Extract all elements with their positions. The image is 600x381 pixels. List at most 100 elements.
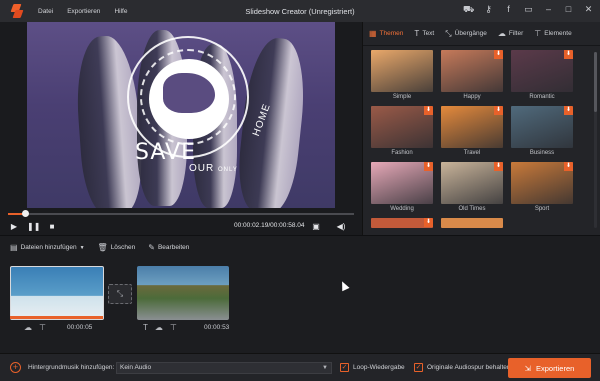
- tab-filter[interactable]: ☁ Filter: [498, 29, 523, 38]
- theme-label: Wedding: [390, 206, 414, 212]
- progress-knob[interactable]: [22, 210, 30, 217]
- menu-hilfe[interactable]: Hilfe: [114, 8, 127, 15]
- music-select[interactable]: Kein Audio ▼: [116, 362, 332, 374]
- clip-actions: T ☁ ⊤: [143, 323, 177, 332]
- stop-icon[interactable]: ■: [46, 221, 58, 233]
- timecode: 00:00:02.19/00:00:58.04: [234, 222, 305, 229]
- add-music-icon[interactable]: +: [10, 362, 21, 373]
- transition-slot[interactable]: ⤡: [108, 284, 132, 304]
- theme-label: Romantic: [529, 94, 555, 100]
- video-preview[interactable]: SAVE OUR ONLY HOME: [27, 22, 335, 208]
- check-icon: ✓: [340, 363, 349, 372]
- filter-icon: ☁: [497, 29, 506, 38]
- minimize-icon[interactable]: –: [543, 4, 554, 15]
- playback-progress[interactable]: [8, 210, 354, 217]
- text-icon: T: [414, 29, 420, 38]
- download-icon[interactable]: ⬇: [564, 162, 573, 171]
- clip-selection-bar: [10, 316, 103, 319]
- close-icon[interactable]: ✕: [583, 4, 594, 15]
- clip-duration: 00:00:05: [67, 324, 93, 331]
- preview-panel: SAVE OUR ONLY HOME ▶ ❚❚ ■ 00:00:02.19/00…: [0, 22, 362, 235]
- theme-thumbnail[interactable]: ⬇: [511, 50, 573, 92]
- keep-audio-checkbox[interactable]: ✓ Originale Audiospur behalten: [414, 363, 510, 372]
- theme-label: Simple: [392, 94, 412, 100]
- chevron-down-icon: ▼: [79, 244, 85, 251]
- download-icon[interactable]: ⬇: [424, 106, 433, 115]
- theme-thumbnail[interactable]: ⬇: [511, 106, 573, 148]
- theme-thumbnail[interactable]: ⬇: [511, 162, 573, 204]
- export-button[interactable]: ⇲ Exportieren: [508, 358, 591, 378]
- edit-icon: ✎: [148, 243, 155, 252]
- add-files-button[interactable]: ▤ Dateien hinzufügen ▼: [10, 243, 85, 252]
- library-tabs: ▦ Themen T Text ⤡ Übergänge ☁ Filter ⊤ Elemen…: [363, 22, 600, 46]
- loop-checkbox[interactable]: ✓ Loop-Wiedergabe: [340, 363, 405, 372]
- theme-label: Business: [529, 150, 555, 156]
- timeline-clip[interactable]: [137, 266, 229, 320]
- menu-exportieren[interactable]: Exportieren: [67, 8, 100, 15]
- tab-text[interactable]: T Text: [414, 29, 434, 38]
- download-icon[interactable]: ⬇: [494, 50, 503, 59]
- elements-icon[interactable]: ⊤: [170, 323, 177, 332]
- volume-icon[interactable]: ◀): [335, 221, 347, 233]
- timeline-clip[interactable]: [10, 266, 104, 320]
- music-label: Hintergrundmusik hinzufügen:: [28, 364, 115, 371]
- play-icon[interactable]: ▶: [8, 221, 20, 233]
- download-icon[interactable]: ⬇: [564, 50, 573, 59]
- text-icon[interactable]: T: [143, 323, 148, 332]
- filter-icon[interactable]: ☁: [24, 323, 32, 332]
- cart-icon[interactable]: ⛟: [463, 4, 474, 15]
- globe-icon: [149, 59, 229, 139]
- theme-thumbnail[interactable]: ⬇: [441, 50, 503, 92]
- facebook-icon[interactable]: f: [503, 4, 514, 15]
- delete-button[interactable]: 🗑 Löschen: [98, 243, 136, 252]
- pause-icon[interactable]: ❚❚: [27, 221, 40, 233]
- chevron-down-icon: ▼: [322, 365, 328, 371]
- maximize-icon[interactable]: □: [563, 4, 574, 15]
- library-panel: ▦ Themen T Text ⤡ Übergänge ☁ Filter ⊤ Elemen…: [362, 22, 600, 235]
- folder-plus-icon: ▤: [10, 243, 18, 252]
- clip-duration: 00:00:53: [204, 324, 230, 331]
- tab-themen[interactable]: ▦ Themen: [369, 29, 403, 38]
- theme-thumbnail-partial[interactable]: [441, 218, 503, 228]
- snapshot-icon[interactable]: ▣: [310, 221, 322, 233]
- edit-button[interactable]: ✎ Bearbeiten: [148, 243, 189, 252]
- theme-label: Old Times: [458, 206, 486, 212]
- grid-icon: ▦: [369, 29, 377, 38]
- library-scrollbar[interactable]: [594, 52, 597, 228]
- menu-datei[interactable]: Datei: [38, 8, 53, 15]
- check-icon: ✓: [414, 363, 423, 372]
- download-icon[interactable]: ⬇: [494, 106, 503, 115]
- download-icon[interactable]: ⬇: [494, 162, 503, 171]
- clip-actions: ☁ ⊤: [24, 323, 46, 332]
- window-controls: ⛟ ⚷ f ▭ – □ ✕: [463, 4, 594, 15]
- theme-thumbnail[interactable]: ⬇: [371, 162, 433, 204]
- title-bar: Datei Exportieren Hilfe Slideshow Creato…: [0, 0, 600, 22]
- tab-uebergaenge[interactable]: ⤡ Übergänge: [445, 29, 487, 39]
- timeline-area: ▤ Dateien hinzufügen ▼ 🗑 Löschen ✎ Bearbeite…: [0, 235, 600, 353]
- theme-label: Sport: [534, 206, 550, 212]
- menu-bar: Datei Exportieren Hilfe: [38, 8, 127, 15]
- export-icon: ⇲: [524, 363, 531, 373]
- theme-thumbnail[interactable]: [371, 50, 433, 92]
- download-icon[interactable]: ⬇: [424, 162, 433, 171]
- overlay-our-text: OUR ONLY: [189, 163, 238, 174]
- preview-right-controls: ▣ ◀): [310, 221, 354, 233]
- filter-icon[interactable]: ☁: [155, 323, 163, 332]
- theme-thumbnail[interactable]: ⬇: [371, 106, 433, 148]
- elements-icon[interactable]: ⊤: [39, 323, 46, 332]
- trash-icon: 🗑: [97, 243, 108, 252]
- key-icon[interactable]: ⚷: [483, 4, 494, 15]
- theme-label: Fashion: [391, 150, 413, 156]
- download-icon[interactable]: ⬇: [564, 106, 573, 115]
- feedback-icon[interactable]: ▭: [523, 4, 534, 15]
- theme-label: Travel: [463, 150, 481, 156]
- penguin-image: [234, 35, 310, 208]
- overlay-save-text: SAVE: [135, 140, 196, 165]
- timeline-toolbar: ▤ Dateien hinzufügen ▼ 🗑 Löschen ✎ Bearbeite…: [10, 243, 189, 252]
- theme-thumbnail[interactable]: ⬇: [441, 106, 503, 148]
- theme-thumbnail-partial[interactable]: ⬇: [371, 218, 433, 228]
- tab-elemente[interactable]: ⊤ Elemente: [534, 29, 571, 38]
- theme-thumbnail[interactable]: ⬇: [441, 162, 503, 204]
- download-icon[interactable]: ⬇: [424, 218, 433, 227]
- app-logo-icon: [11, 4, 23, 18]
